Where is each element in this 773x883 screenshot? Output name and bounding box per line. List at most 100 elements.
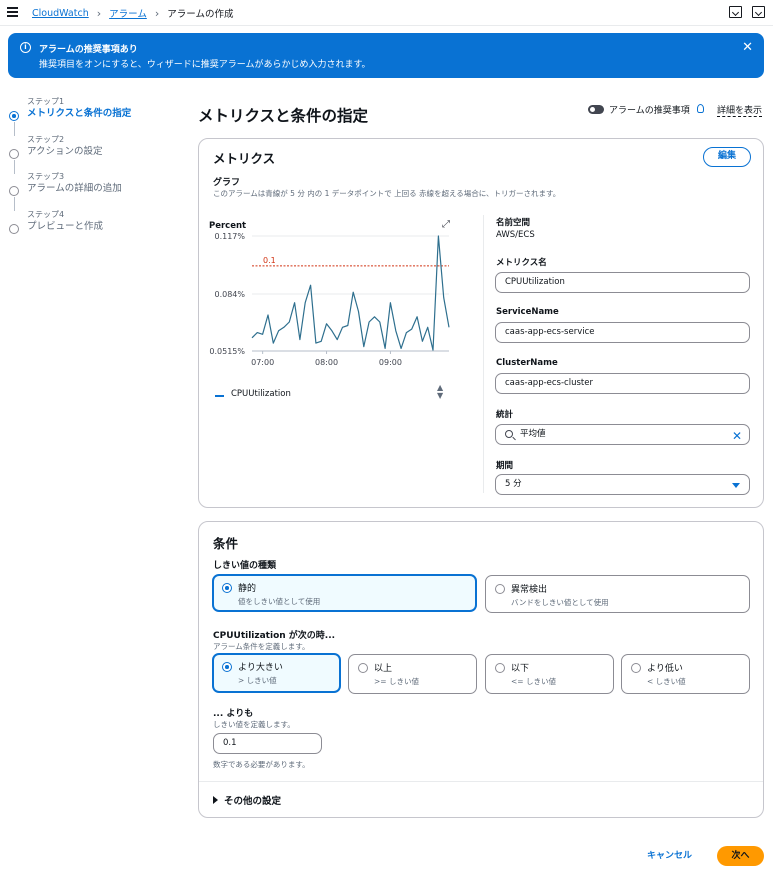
- step-1[interactable]: ステップ1 メトリクスと条件の指定: [8, 97, 158, 136]
- radio-icon: [358, 663, 368, 673]
- step-status-icon: [9, 186, 19, 196]
- condition-label: CPUUtilization が次の時...: [213, 631, 336, 641]
- condition-description: アラーム条件を定義します。: [213, 642, 310, 651]
- radio-icon: [495, 663, 505, 673]
- legend-swatch: [215, 395, 224, 397]
- recommendations-toggle[interactable]: [588, 105, 604, 114]
- divider: [199, 781, 763, 782]
- next-button[interactable]: 次へ: [717, 846, 764, 866]
- x-tick-label: 07:00: [251, 358, 274, 367]
- statistic-value: 平均値: [520, 429, 546, 439]
- step-number: ステップ3: [27, 172, 65, 181]
- step-number: ステップ4: [27, 209, 65, 219]
- y-tick-label: 0.117%: [214, 232, 245, 241]
- radio-icon: [631, 663, 641, 673]
- chevron-right-icon: ›: [96, 6, 102, 20]
- cancel-button[interactable]: キャンセル: [647, 848, 692, 861]
- tile-description: <= しきい値: [511, 677, 556, 686]
- tile-title: より低い: [647, 664, 683, 674]
- edit-button[interactable]: 編集: [703, 147, 751, 167]
- tile-description: バンドをしきい値として使用: [511, 598, 609, 607]
- step-status-icon: [9, 223, 19, 234]
- statistic-input[interactable]: 平均値 ✕: [495, 424, 750, 445]
- recommendations-toggle-label: アラームの推奨事項: [609, 106, 690, 116]
- step-2: ステップ2 アクションの設定: [8, 135, 158, 174]
- tools-panel-icon[interactable]: [752, 6, 765, 18]
- operator-lower[interactable]: より低い < しきい値: [621, 654, 750, 694]
- radio-icon: [495, 584, 505, 594]
- threshold-hint: 数字である必要があります。: [213, 760, 310, 769]
- menu-icon[interactable]: [7, 7, 18, 17]
- clear-icon[interactable]: ✕: [732, 427, 742, 446]
- tile-title: より大きい: [238, 663, 283, 673]
- metric-name-label: メトリクス名: [496, 258, 547, 268]
- y-axis-label: Percent: [209, 221, 246, 231]
- expand-icon[interactable]: ⤢: [442, 219, 450, 230]
- flash-message: 推奨項目をオンにすると、ウィザードに推奨アラームがあらかじめ入力されます。: [39, 60, 371, 70]
- conditions-heading: 条件: [213, 536, 239, 551]
- breadcrumb-cloudwatch[interactable]: CloudWatch: [32, 8, 89, 19]
- close-icon[interactable]: ✕: [742, 41, 753, 54]
- notifications-icon[interactable]: [729, 6, 742, 18]
- operator-less-equal[interactable]: 以下 <= しきい値: [485, 654, 614, 694]
- page-title: メトリクスと条件の指定: [198, 107, 369, 125]
- additional-settings-expander[interactable]: その他の設定: [213, 793, 281, 807]
- metrics-container: メトリクス 編集 グラフ このアラームは青線が 5 分 内の 1 データポイント…: [198, 138, 764, 508]
- than-label: ... よりも: [213, 709, 254, 719]
- series-line: [251, 235, 450, 351]
- radio-selected-icon: [222, 583, 232, 593]
- service-name-field[interactable]: caas-app-ecs-service: [495, 322, 750, 343]
- period-select[interactable]: 5 分: [495, 474, 750, 495]
- step-number: ステップ1: [27, 97, 65, 106]
- x-tick-label: 08:00: [315, 358, 338, 367]
- operator-greater[interactable]: より大きい > しきい値: [212, 653, 341, 693]
- info-icon: i: [20, 42, 31, 53]
- sort-icon[interactable]: ▲ ▼: [437, 384, 443, 400]
- graph-heading: グラフ: [213, 178, 241, 188]
- tile-description: < しきい値: [647, 677, 686, 686]
- threshold-type-static[interactable]: 静的 値をしきい値として使用: [212, 574, 477, 612]
- caret-right-icon: [213, 796, 218, 804]
- step-label: アクションの設定: [27, 145, 103, 157]
- service-name-label: ServiceName: [496, 307, 559, 317]
- threshold-input[interactable]: 0.1: [213, 733, 322, 754]
- statistic-label: 統計: [496, 410, 514, 420]
- cluster-name-label: ClusterName: [496, 358, 558, 368]
- breadcrumb-current: アラームの作成: [167, 9, 234, 20]
- recommendation-flashbar: i アラームの推奨事項あり 推奨項目をオンにすると、ウィザードに推奨アラームがあ…: [8, 33, 764, 78]
- column-divider: [483, 215, 484, 493]
- period-label: 期間: [496, 461, 514, 471]
- threshold-type-anomaly[interactable]: 異常検出 バンドをしきい値として使用: [485, 575, 750, 613]
- cluster-name-field[interactable]: caas-app-ecs-cluster: [495, 373, 750, 394]
- y-tick-label: 0.084%: [214, 290, 245, 299]
- threshold-type-label: しきい値の種類: [213, 561, 277, 571]
- tile-description: 値をしきい値として使用: [238, 597, 321, 606]
- lightbulb-icon: [697, 104, 704, 113]
- conditions-container: 条件 しきい値の種類 静的 値をしきい値として使用 異常検出 バンドをしきい値と…: [198, 521, 764, 818]
- tile-title: 以上: [374, 664, 393, 674]
- y-tick-label: 0.0515%: [209, 347, 245, 356]
- radio-selected-icon: [222, 662, 232, 672]
- wizard-steps: ステップ1 メトリクスと条件の指定 ステップ2 アクションの設定 ステップ3 ア…: [8, 97, 158, 247]
- x-tick-label: 09:00: [379, 358, 402, 367]
- additional-settings-label: その他の設定: [224, 796, 282, 807]
- graph-description: このアラームは青線が 5 分 内の 1 データポイントで 上回る 赤線を超える場…: [213, 189, 561, 198]
- namespace-value: AWS/ECS: [496, 230, 535, 240]
- metric-name-field[interactable]: CPUUtilization: [495, 272, 750, 293]
- tile-title: 異常検出: [511, 585, 548, 595]
- breadcrumb-alarms[interactable]: アラーム: [109, 6, 147, 20]
- tile-description: > しきい値: [238, 676, 277, 685]
- step-label: アラームの詳細の追加: [27, 183, 122, 194]
- chevron-right-icon: ›: [154, 6, 160, 20]
- line-chart: Percent0.117% 0.084% 0.0515% 07:00 08:00 09:0…: [209, 221, 450, 367]
- metric-chart: Percent 0.117% 0.084% 0.0515% 07:00 08:00 09:0…: [209, 209, 459, 409]
- step-status-icon: [9, 148, 19, 159]
- legend-label[interactable]: CPUUtilization: [231, 389, 291, 399]
- metrics-heading: メトリクス: [213, 151, 276, 166]
- operator-greater-equal[interactable]: 以上 >= しきい値: [348, 654, 477, 694]
- step-label: プレビューと作成: [27, 220, 104, 232]
- namespace-label: 名前空間: [496, 218, 531, 228]
- tile-description: >= しきい値: [374, 677, 419, 686]
- details-link[interactable]: 詳細を表示: [717, 103, 763, 117]
- flash-title: アラームの推奨事項あり: [39, 45, 138, 55]
